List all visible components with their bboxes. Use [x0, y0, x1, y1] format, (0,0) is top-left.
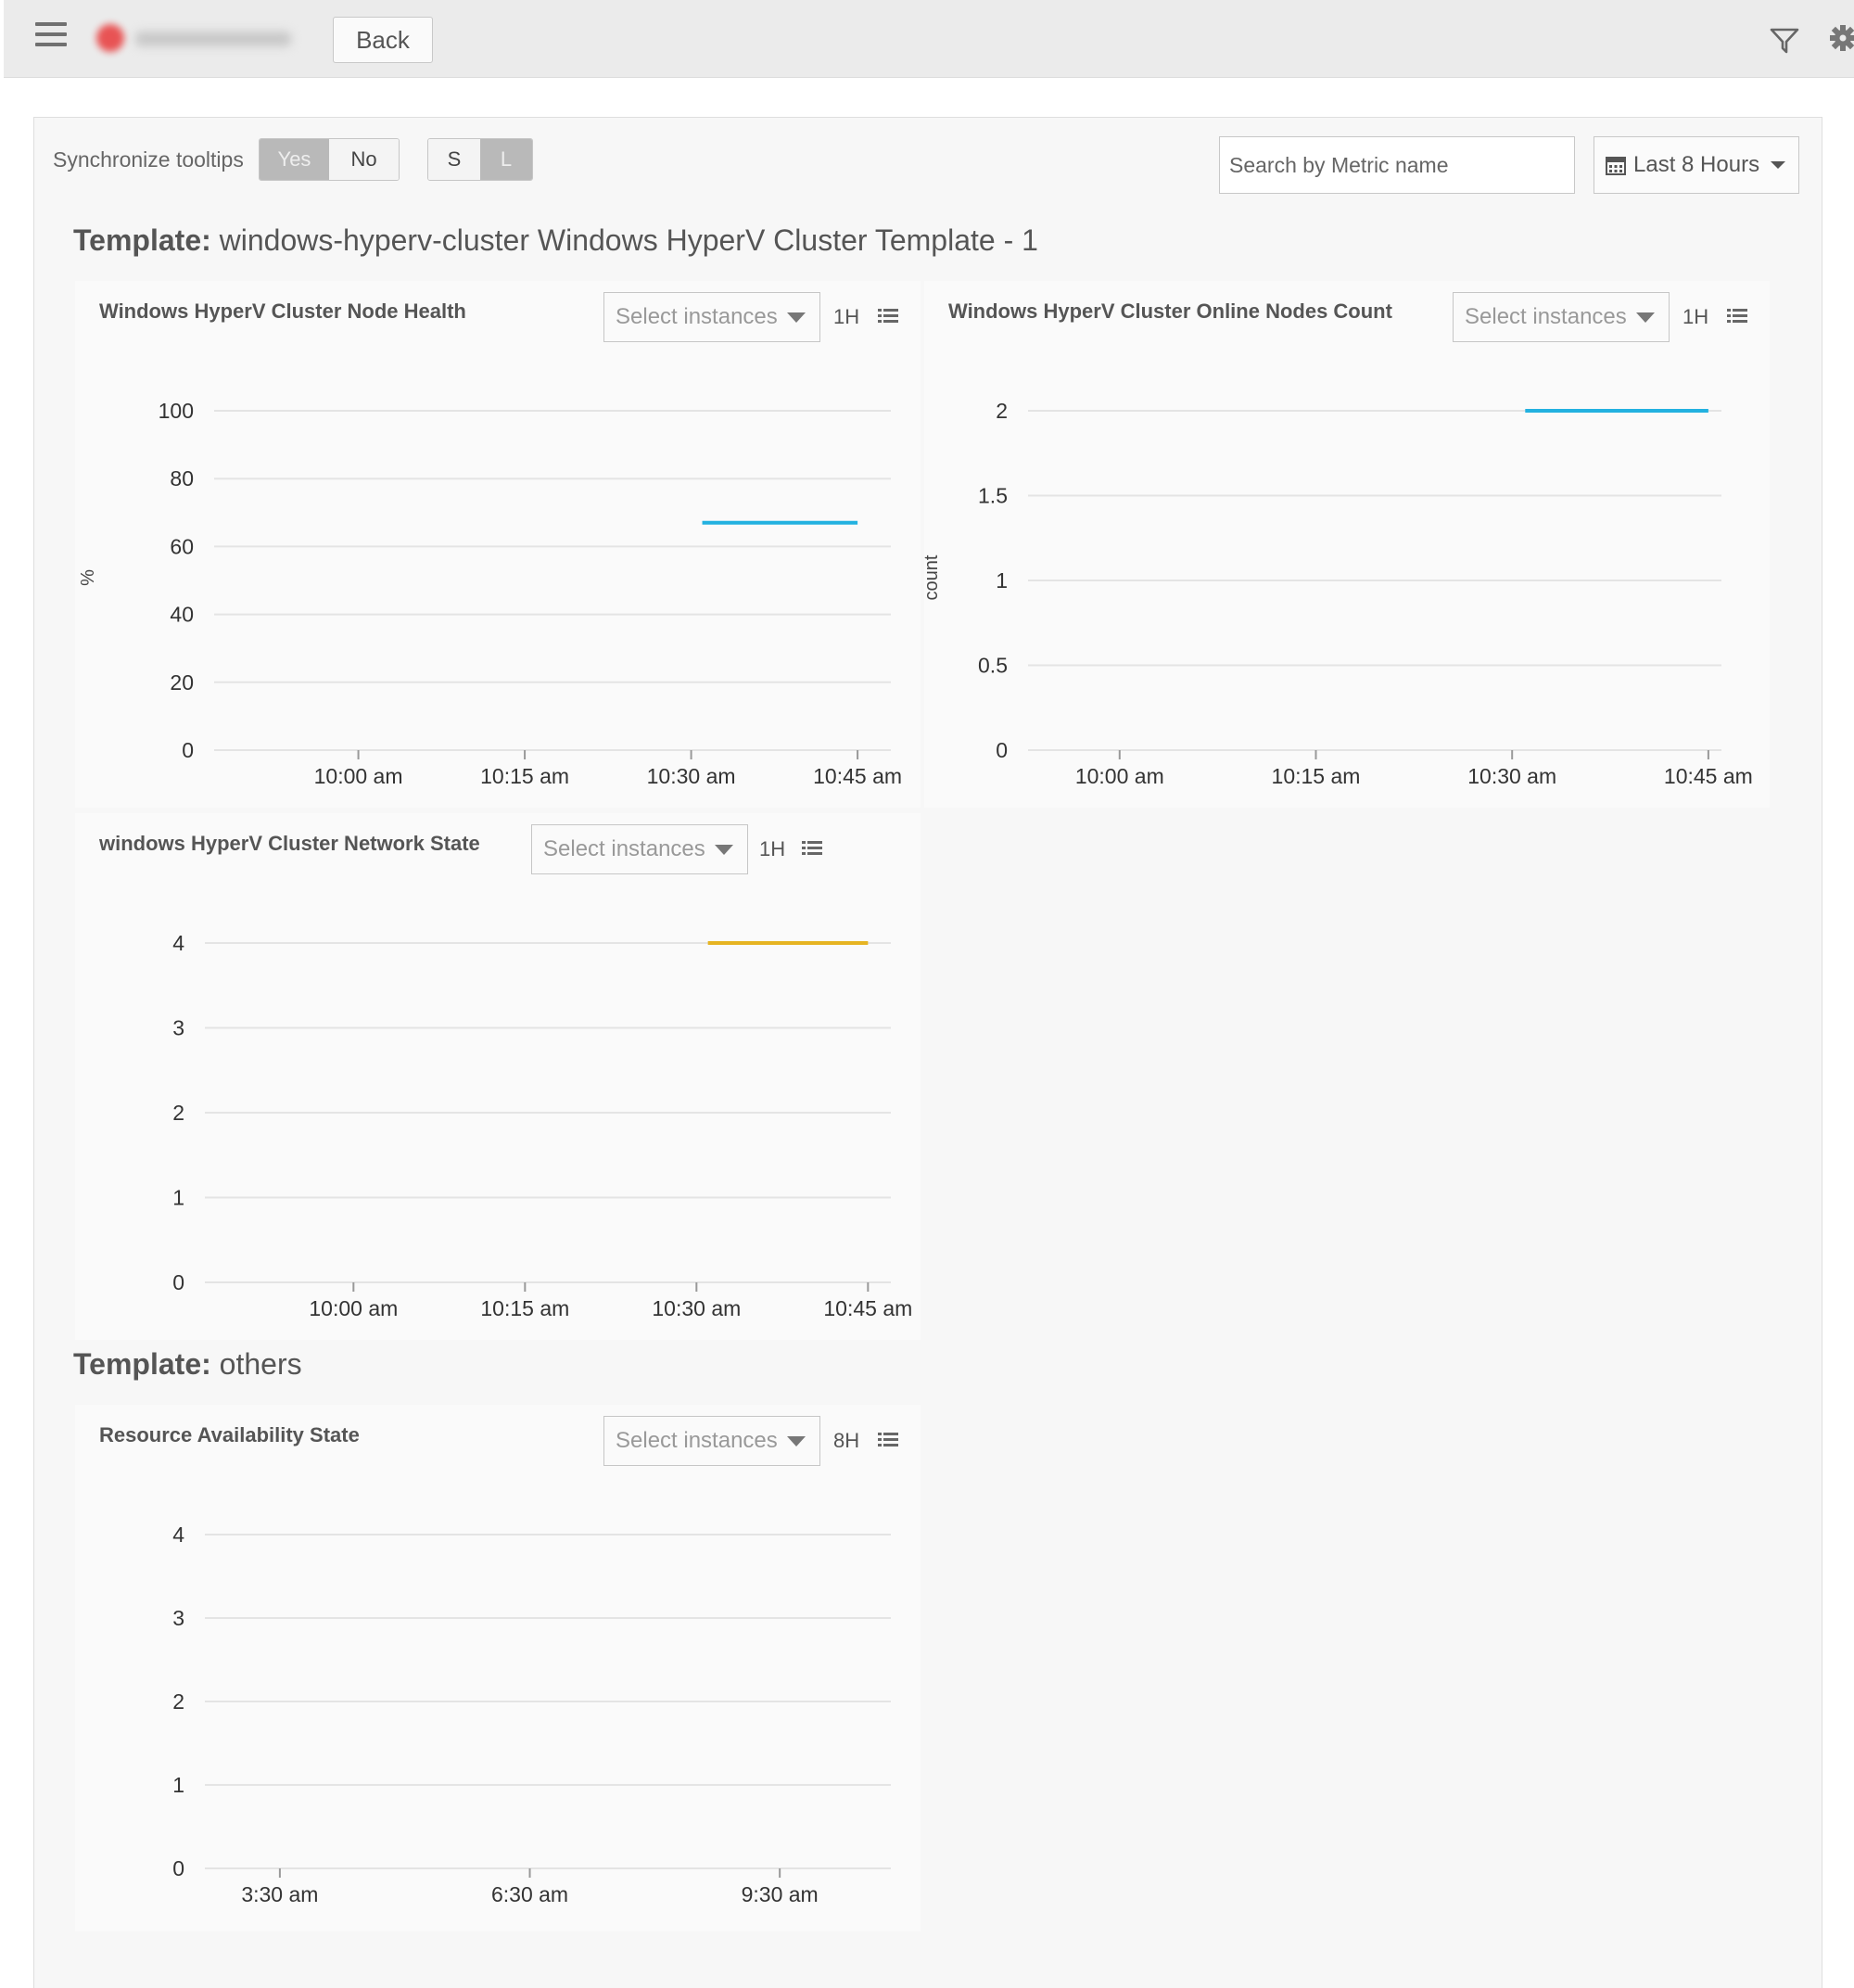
chart-plot: 0 20 40 60 80 100 10:00 am 10:15 am 10:30 am 10:4… [78, 399, 902, 788]
x-tick-label: 10:45 am [813, 764, 902, 788]
select-instances-dropdown[interactable]: Select instances [603, 292, 820, 342]
y-tick-label: 40 [170, 603, 194, 627]
y-tick-label: 0 [172, 1270, 184, 1294]
x-tick-label: 10:30 am [652, 1296, 741, 1320]
chart-period-button[interactable]: 8H [833, 1429, 859, 1453]
brand-logo [89, 19, 302, 56]
chart-title: Resource Availability State [99, 1423, 360, 1446]
chart-plot: 0 1 2 3 4 3:30 am 6:30 am 9:30 am [172, 1523, 891, 1906]
y-tick-label: 4 [172, 1523, 184, 1547]
x-tick-label: 10:15 am [480, 764, 569, 788]
select-instances-label: Select instances [1465, 304, 1627, 329]
select-instances-label: Select instances [543, 836, 705, 861]
y-tick-label: 60 [170, 534, 194, 558]
select-instances-label: Select instances [616, 304, 778, 329]
x-tick-label: 10:00 am [314, 764, 403, 788]
y-tick-label: 1 [172, 1186, 184, 1210]
y-tick-label: 3 [172, 1606, 184, 1630]
x-tick-label: 10:00 am [309, 1296, 398, 1320]
y-tick-label: 0 [996, 738, 1008, 762]
y-axis-label: % [78, 569, 98, 586]
chart-card-network-state: windows HyperV Cluster Network State Sel… [75, 813, 921, 1340]
y-tick-label: 20 [170, 670, 194, 695]
y-tick-label: 100 [159, 399, 194, 423]
template-title: Template: windows-hyperv-cluster Windows… [73, 223, 1038, 258]
top-bar: Back [4, 0, 1854, 78]
chevron-down-icon [786, 1435, 806, 1446]
x-tick-label: 10:30 am [647, 764, 736, 788]
y-tick-label: 1.5 [978, 484, 1008, 508]
chart-card-resource-availability: Resource Availability State Select insta… [75, 1405, 921, 1931]
y-tick-label: 2 [172, 1101, 184, 1125]
y-tick-label: 0 [172, 1856, 184, 1880]
list-icon[interactable] [878, 307, 898, 325]
list-icon[interactable] [802, 839, 822, 858]
chart-period-button[interactable]: 1H [759, 837, 785, 861]
metric-search-input[interactable] [1219, 136, 1575, 194]
y-tick-label: 1 [996, 568, 1008, 593]
chevron-down-icon [786, 312, 806, 323]
select-instances-dropdown[interactable]: Select instances [531, 824, 748, 874]
brand-logo-mark [96, 24, 124, 52]
gear-icon[interactable] [1828, 22, 1854, 54]
chevron-down-icon [1635, 312, 1655, 323]
sync-tooltips-toggle: Yes No [259, 138, 400, 181]
select-instances-label: Select instances [616, 1428, 778, 1453]
dashboard-panel: Synchronize tooltips Yes No S L Last 8 H… [33, 117, 1822, 1988]
y-tick-label: 0.5 [978, 654, 1008, 678]
x-tick-label: 10:30 am [1467, 764, 1556, 788]
y-tick-label: 2 [172, 1689, 184, 1714]
chart-card-node-health: Windows HyperV Cluster Node Health Selec… [75, 281, 921, 808]
sync-yes-option[interactable]: Yes [260, 139, 329, 180]
select-instances-dropdown[interactable]: Select instances [603, 1416, 820, 1466]
x-tick-label: 10:45 am [823, 1296, 912, 1320]
y-tick-label: 1 [172, 1773, 184, 1797]
sync-tooltips-label: Synchronize tooltips [53, 147, 244, 172]
x-tick-label: 3:30 am [241, 1882, 318, 1906]
y-axis-label: count [924, 554, 942, 600]
chart-title: Windows HyperV Cluster Online Nodes Coun… [948, 299, 1392, 323]
x-tick-label: 10:15 am [480, 1296, 569, 1320]
chart-title: windows HyperV Cluster Network State [99, 832, 480, 855]
template-name: windows-hyperv-cluster Windows HyperV Cl… [219, 223, 1038, 257]
time-range-dropdown[interactable]: Last 8 Hours [1594, 136, 1799, 194]
hamburger-menu-icon[interactable] [35, 22, 67, 48]
chevron-down-icon [714, 844, 733, 855]
back-button[interactable]: Back [333, 17, 433, 63]
y-tick-label: 4 [172, 931, 184, 955]
chart-period-button[interactable]: 1H [833, 305, 859, 329]
chevron-down-icon [1771, 161, 1786, 169]
y-tick-label: 3 [172, 1016, 184, 1040]
y-tick-label: 0 [182, 738, 194, 762]
x-tick-label: 9:30 am [742, 1882, 819, 1906]
time-range-label: Last 8 Hours [1633, 152, 1760, 177]
chart-card-online-nodes: Windows HyperV Cluster Online Nodes Coun… [924, 281, 1770, 808]
x-tick-label: 10:00 am [1075, 764, 1164, 788]
template-prefix: Template: [73, 223, 211, 257]
size-small-option[interactable]: S [428, 139, 480, 180]
chart-plot: 0 1 2 3 4 10:00 am 10:15 am 10:30 am 10:45 am [172, 931, 912, 1320]
list-icon[interactable] [1727, 307, 1747, 325]
chart-plot: 0 0.5 1 1.5 2 10:00 am 10:15 am 10:30 am 10:45 a… [924, 399, 1753, 788]
sync-no-option[interactable]: No [329, 139, 399, 180]
brand-name-blurred [135, 32, 291, 46]
x-tick-label: 10:15 am [1272, 764, 1361, 788]
template-title: Template: others [73, 1347, 302, 1382]
x-tick-label: 6:30 am [491, 1882, 568, 1906]
y-tick-label: 2 [996, 399, 1008, 423]
x-tick-label: 10:45 am [1664, 764, 1753, 788]
chart-period-button[interactable]: 1H [1683, 305, 1708, 329]
template-name: others [219, 1347, 302, 1381]
size-large-option[interactable]: L [480, 139, 532, 180]
chart-title: Windows HyperV Cluster Node Health [99, 299, 466, 323]
calendar-icon [1606, 157, 1626, 175]
chart-size-toggle: S L [427, 138, 533, 181]
template-prefix: Template: [73, 1347, 211, 1381]
select-instances-dropdown[interactable]: Select instances [1453, 292, 1670, 342]
list-icon[interactable] [878, 1431, 898, 1449]
filter-icon[interactable] [1769, 24, 1800, 56]
y-tick-label: 80 [170, 466, 194, 491]
